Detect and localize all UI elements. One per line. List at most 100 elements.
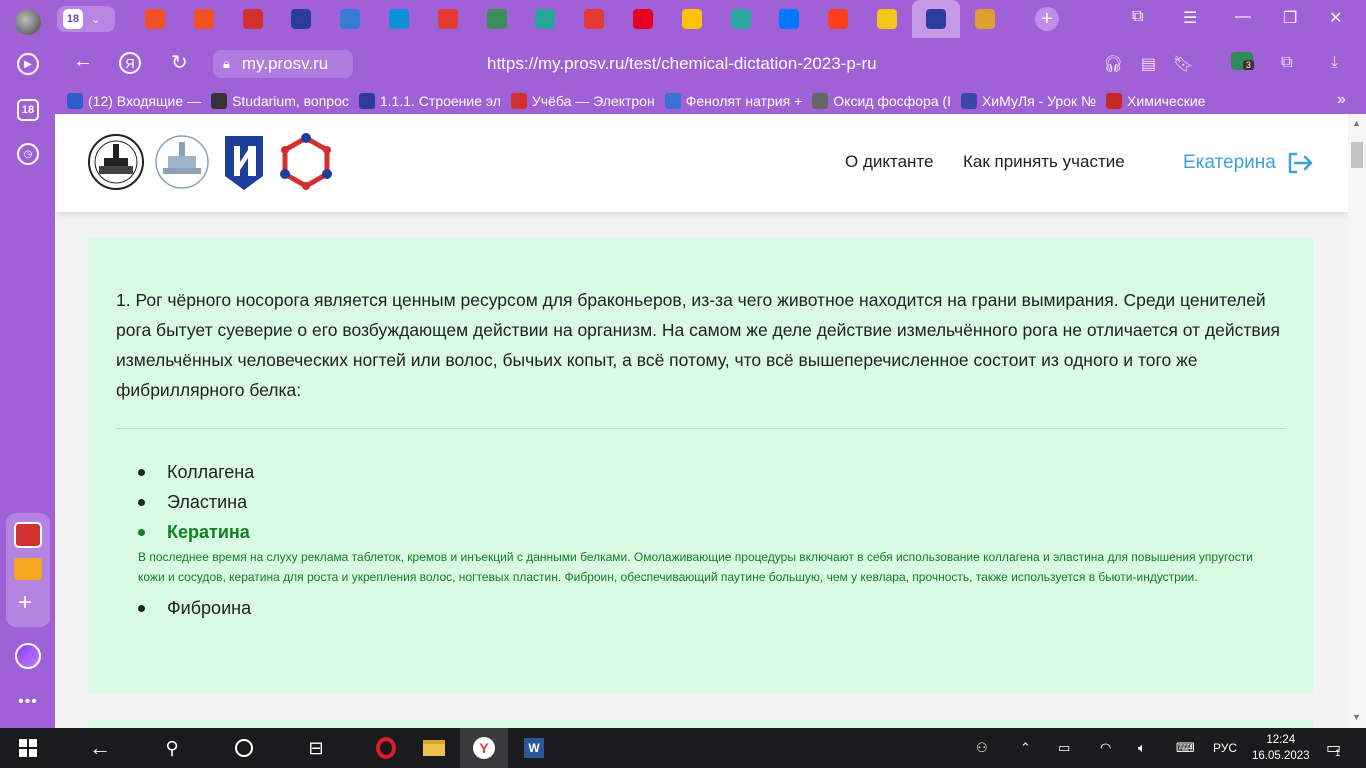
browser-tab[interactable] — [570, 0, 618, 38]
people-icon[interactable]: ⚇ — [976, 728, 988, 768]
prosv-logo[interactable] — [221, 132, 267, 192]
download-icon[interactable]: ⤓ — [1331, 54, 1338, 72]
bookmark-item[interactable]: Химические — [1106, 93, 1205, 109]
browser-tab[interactable] — [814, 0, 862, 38]
browser-tab[interactable] — [717, 0, 765, 38]
browser-tab[interactable] — [375, 0, 423, 38]
next-question-card — [88, 720, 1313, 728]
browser-tab[interactable] — [863, 0, 911, 38]
olympiad-logo[interactable] — [277, 132, 335, 192]
bookmark-item[interactable]: Учёба — Электрон — [510, 93, 655, 109]
browser-tab[interactable] — [911, 0, 960, 38]
bookmarks-more[interactable]: » — [1337, 91, 1346, 109]
bookmark-item[interactable]: Studarium, вопрос — [211, 93, 349, 109]
answer-options: Коллагена Эластина Кератина В последнее вре… — [138, 457, 1288, 623]
page-scrollbar[interactable]: ▲ ▼ — [1348, 114, 1366, 728]
task-view-icon[interactable]: ⊟ — [292, 728, 340, 768]
browser-tab[interactable] — [668, 0, 716, 38]
user-account-link[interactable]: Екатерина — [1183, 151, 1314, 175]
bookmark-label: ХиМуЛя - Урок № — [981, 93, 1097, 109]
browser-tab[interactable] — [961, 0, 1009, 38]
tab-counter-button[interactable]: 18 ⌄ — [57, 6, 115, 32]
answer-option[interactable]: Эластина — [138, 487, 1288, 517]
tab-favicon-icon — [389, 9, 409, 29]
alice-button[interactable] — [8, 636, 48, 676]
mail-app-icon[interactable] — [14, 558, 42, 580]
language-indicator[interactable]: РУС — [1213, 728, 1237, 768]
tab-groups-button[interactable]: 18 — [8, 90, 48, 130]
msu-logo[interactable] — [87, 132, 145, 192]
nav-about-link[interactable]: О диктанте — [845, 152, 933, 172]
browser-tab[interactable] — [521, 0, 569, 38]
scroll-thumb[interactable] — [1351, 142, 1363, 168]
notes-app-icon[interactable] — [14, 522, 42, 548]
browser-tab[interactable] — [473, 0, 521, 38]
browser-tab[interactable] — [424, 0, 472, 38]
collections-icon[interactable]: ⧉ — [1132, 8, 1143, 26]
scroll-up-icon[interactable]: ▲ — [1352, 118, 1361, 128]
clock[interactable]: 12:24 16.05.2023 — [1252, 732, 1310, 764]
nav-how-link[interactable]: Как принять участие — [963, 152, 1125, 172]
new-tab-button[interactable]: + — [1035, 7, 1059, 31]
more-icon[interactable]: ••• — [8, 682, 48, 722]
file-explorer-icon[interactable] — [410, 728, 458, 768]
notification-center-icon[interactable]: ▭ 1 — [1326, 728, 1341, 768]
bookmark-item[interactable]: 1.1.1. Строение эл — [358, 93, 501, 109]
back-icon[interactable]: ← — [73, 50, 93, 73]
keyboard-icon[interactable]: ⌨ — [1176, 728, 1195, 768]
word-icon[interactable]: W — [510, 728, 558, 768]
windows-start-icon[interactable] — [4, 728, 52, 768]
back-icon[interactable]: ← — [76, 728, 124, 768]
url-domain-box[interactable]: 🔒︎ my.prosv.ru — [213, 50, 353, 78]
tab-favicon-icon — [242, 9, 263, 29]
headphones-icon[interactable]: 🎧︎ — [1103, 54, 1123, 74]
bookmark-favicon-icon — [211, 93, 228, 109]
browser-tab[interactable] — [326, 0, 374, 38]
wifi-icon[interactable]: ◠ — [1100, 728, 1111, 768]
scroll-down-icon[interactable]: ▼ — [1352, 712, 1361, 722]
browser-tab[interactable] — [131, 0, 179, 38]
browser-tab[interactable] — [229, 0, 277, 38]
show-hidden-icons[interactable]: ⌃ — [1020, 728, 1031, 768]
chem-faculty-logo[interactable] — [153, 132, 211, 192]
browser-tab[interactable] — [277, 0, 325, 38]
battery-icon[interactable]: ▭ — [1058, 728, 1070, 768]
browser-tab[interactable] — [619, 0, 667, 38]
tab-favicon-icon — [291, 9, 312, 29]
answer-option-correct[interactable]: Кератина — [138, 517, 1288, 547]
bookmark-item[interactable]: (12) Входящие — — [67, 93, 201, 109]
history-button[interactable]: ◷ — [8, 134, 48, 174]
reload-icon[interactable]: ↻ — [171, 50, 188, 75]
tab-favicon-icon — [193, 9, 214, 29]
browser-tab[interactable] — [765, 0, 813, 38]
menu-icon[interactable]: ☰ — [1183, 8, 1197, 28]
bookmark-item[interactable]: ХиМуЛя - Урок № — [960, 93, 1097, 109]
url-field[interactable]: https://my.prosv.ru/test/chemical-dictat… — [487, 54, 877, 74]
tab-favicon-icon — [340, 9, 361, 29]
add-app-icon[interactable]: + — [18, 591, 32, 615]
cortana-icon[interactable] — [220, 728, 268, 768]
yandex-browser-taskbar-icon[interactable]: Y — [460, 728, 508, 768]
minimize-icon[interactable]: — — [1235, 8, 1251, 26]
volume-icon[interactable]: 🔈︎ — [1138, 728, 1146, 768]
close-icon[interactable]: ✕ — [1329, 8, 1342, 28]
media-button[interactable]: ▶ — [8, 44, 48, 84]
opera-icon[interactable] — [362, 728, 410, 768]
extension-icon[interactable]: 3 — [1231, 52, 1255, 70]
bookmark-item[interactable]: Оксид фосфора (I — [812, 93, 951, 109]
reader-icon[interactable]: ▤ — [1141, 54, 1156, 74]
sidebar-toggle-icon[interactable]: ⧉ — [1281, 54, 1292, 72]
search-icon[interactable]: ⚲ — [148, 728, 196, 768]
yandex-icon[interactable]: Я — [119, 52, 141, 74]
profile-avatar[interactable] — [8, 2, 48, 42]
bullet-icon — [138, 605, 145, 612]
answer-option[interactable]: Фиброина — [138, 593, 1288, 623]
maximize-icon[interactable]: ❐ — [1283, 8, 1297, 28]
bookmark-icon[interactable]: 🔖︎ — [1173, 54, 1193, 74]
bookmark-item[interactable]: Фенолят натрия + — [664, 93, 802, 109]
web-page: О диктанте Как принять участие Екатерина… — [55, 114, 1348, 728]
answer-option[interactable]: Коллагена — [138, 457, 1288, 487]
bookmarks-bar: (12) Входящие — Studarium, вопрос 1.1.1. … — [55, 88, 1366, 114]
play-icon: ▶ — [17, 53, 39, 75]
browser-tab[interactable] — [180, 0, 228, 38]
